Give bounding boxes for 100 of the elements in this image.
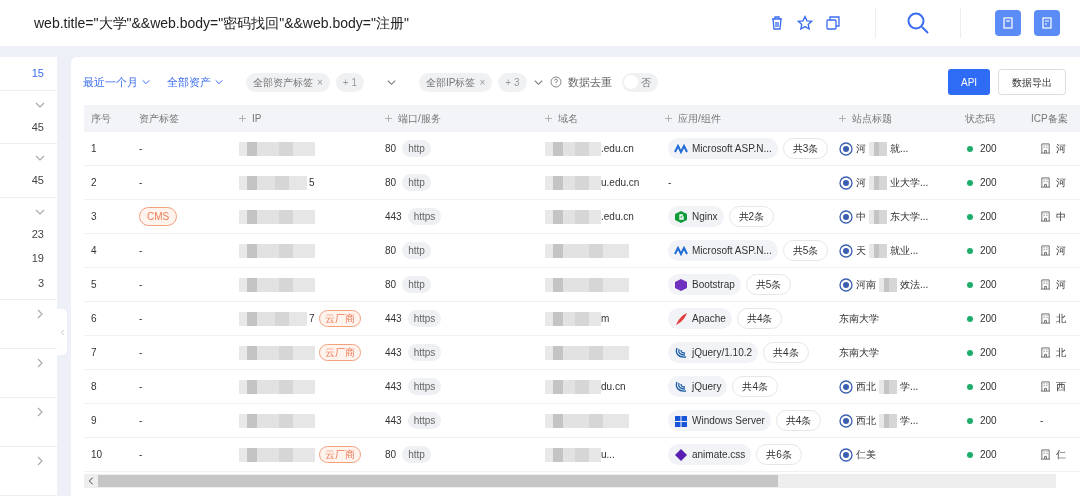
count-text: 23 [31, 226, 44, 242]
table-cell-text: - [668, 176, 672, 190]
note-icon [1040, 16, 1054, 30]
asset-filter[interactable]: 全部资产 [167, 73, 224, 91]
component-chip[interactable]: Nginx [668, 206, 724, 227]
component-chip[interactable]: Apache [668, 308, 732, 329]
trash-icon[interactable] [769, 15, 785, 31]
column-header: 端口/服务 [398, 112, 441, 126]
drag-handle-icon[interactable] [239, 115, 246, 122]
cloud-badge: 云厂商 [318, 310, 361, 327]
table-cell-text: 学... [900, 414, 919, 428]
redacted-block [869, 175, 887, 190]
redacted-block [869, 209, 887, 224]
time-filter[interactable]: 最近一个月 [83, 73, 151, 91]
component-chip[interactable]: jQuery [668, 376, 728, 397]
table-cell-text: 业大学... [890, 176, 929, 190]
table-cell-text: 80 [385, 278, 397, 292]
drag-handle-icon[interactable] [665, 115, 672, 122]
table-cell: 9 [91, 415, 97, 426]
redacted-block [869, 243, 887, 258]
table-cell-text: u.edu.cn [601, 176, 640, 190]
horizontal-scrollbar[interactable] [84, 474, 1056, 488]
table-cell-text: 200 [980, 176, 997, 190]
star-icon[interactable] [797, 15, 813, 31]
drag-handle-icon[interactable] [839, 115, 846, 122]
table-cell: 5 [91, 279, 97, 290]
emblem-icon [839, 243, 853, 258]
table-cell-text: u... [601, 448, 615, 462]
component-chip[interactable]: Bootstrap [668, 274, 741, 295]
emblem-icon [839, 175, 853, 190]
emblem-icon [839, 379, 853, 394]
copy-icon[interactable] [825, 15, 841, 31]
dedupe-toggle[interactable]: 否 [621, 72, 658, 92]
redacted-block [545, 311, 601, 326]
emblem-icon [839, 447, 853, 462]
table-cell: 8 [91, 381, 97, 392]
table-cell-text: 200 [980, 210, 997, 224]
table-cell-text: 北 [1056, 312, 1066, 326]
building-icon [1040, 211, 1051, 222]
table-cell: - [139, 279, 143, 290]
book-icon [1001, 16, 1015, 30]
table-cell-text: .edu.cn [601, 210, 634, 224]
redacted-block [545, 209, 601, 224]
column-header: IP [252, 112, 262, 126]
building-icon [1040, 381, 1051, 392]
component-chip[interactable]: Microsoft ASP.N... [668, 240, 778, 261]
book-button[interactable] [995, 10, 1021, 36]
column-header: 资产标签 [139, 112, 179, 126]
table-cell: - [139, 177, 143, 188]
count-text: 45 [31, 173, 44, 188]
table-cell: 7 [91, 347, 97, 358]
table-cell-text: 北 [1056, 346, 1066, 360]
table-cell-text: 80 [385, 448, 397, 462]
table-cell-text: 河 [1056, 278, 1066, 292]
building-icon [1040, 177, 1051, 188]
table-cell-text: 200 [980, 244, 997, 258]
table-cell: - [139, 347, 143, 358]
building-icon [1040, 143, 1051, 154]
table-cell: 6 [91, 313, 97, 324]
table-cell-text: 仁 [1056, 448, 1066, 462]
redacted-block [239, 311, 307, 326]
column-header: ICP备案 [1031, 112, 1068, 126]
feather-icon [674, 311, 688, 326]
table-cell-text: 443 [385, 380, 402, 394]
chevron-left-icon [58, 328, 66, 336]
swirl-icon [674, 379, 688, 394]
export-button[interactable]: 数据导出 [998, 69, 1066, 95]
component-chip[interactable]: animate.css [668, 444, 752, 465]
table-cell-text: 东大学... [890, 210, 929, 224]
service-badge: https [407, 344, 442, 361]
emblem-icon [839, 209, 853, 224]
diamond-icon [674, 447, 688, 462]
component-chip[interactable]: Microsoft ASP.N... [668, 138, 778, 159]
scrollbar-thumb[interactable] [98, 475, 778, 487]
chevron-down-icon [214, 77, 224, 87]
table-cell: - [139, 449, 143, 460]
table-cell-text: 80 [385, 176, 397, 190]
letter-g-icon [674, 209, 688, 224]
search-icon[interactable] [906, 11, 930, 35]
drag-handle-icon[interactable] [385, 115, 392, 122]
table-cell-text: 443 [385, 414, 402, 428]
table-cell: - [139, 381, 143, 392]
cloud-badge: 云厂商 [319, 446, 361, 463]
table-cell-text: 443 [385, 346, 402, 360]
tag-badge: CMS [139, 207, 178, 226]
service-badge: http [402, 276, 431, 293]
note-button[interactable] [1034, 10, 1060, 36]
collapse-tab[interactable] [57, 309, 67, 355]
drag-handle-icon[interactable] [545, 115, 552, 122]
table-cell-text: 东南大学 [839, 312, 879, 326]
component-chip[interactable]: Windows Server [668, 410, 771, 431]
table-cell: - [139, 143, 143, 154]
table-cell-text: 中 [1056, 210, 1066, 224]
component-chip[interactable]: jQuery/1.10.2 [668, 342, 759, 363]
table-cell-text: 200 [980, 380, 997, 394]
service-badge: https [407, 208, 442, 225]
table-cell-text: 效法... [900, 278, 929, 292]
table-cell-text: 80 [385, 244, 397, 258]
table-cell-text: 河 [856, 176, 866, 190]
api-button[interactable]: API [948, 69, 990, 95]
